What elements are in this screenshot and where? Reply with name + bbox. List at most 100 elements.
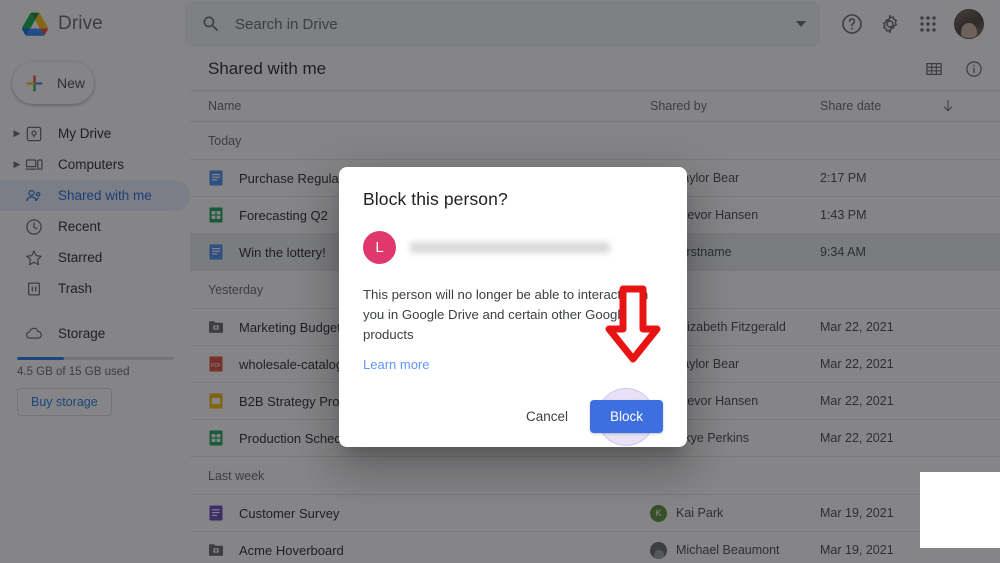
column-header-shared-by[interactable]: Shared by bbox=[650, 99, 820, 113]
my-drive-icon bbox=[26, 126, 42, 141]
sidebar-item-label: Recent bbox=[58, 219, 101, 234]
redaction-box bbox=[920, 472, 1000, 548]
details-info-icon[interactable] bbox=[964, 59, 984, 79]
dialog-title: Block this person? bbox=[363, 189, 508, 209]
sidebar-item-storage[interactable]: Storage bbox=[0, 318, 190, 349]
dialog-actions: Cancel Block bbox=[363, 387, 663, 446]
cell-share-date: Mar 22, 2021 bbox=[820, 320, 894, 334]
brand[interactable]: Drive bbox=[0, 0, 177, 48]
view-controls bbox=[924, 59, 984, 79]
search-area bbox=[177, 1, 820, 47]
storage-progress-fill bbox=[17, 357, 65, 360]
content-header: Shared with me bbox=[190, 48, 1000, 90]
person-avatar: L bbox=[363, 231, 396, 264]
shared-with-me-icon bbox=[26, 189, 41, 201]
sidebar-item-shared-with-me[interactable]: Shared with me bbox=[0, 180, 190, 211]
svg-text:PDF: PDF bbox=[211, 363, 221, 369]
shared-by-avatar bbox=[650, 541, 667, 559]
shared-by-label: Trevor Hansen bbox=[676, 208, 759, 222]
table-row[interactable]: Customer Survey K Kai Park Mar 19, 2021 bbox=[190, 495, 1000, 532]
cell-share-date: Mar 22, 2021 bbox=[820, 394, 894, 408]
sidebar-item-my-drive[interactable]: ▶ My Drive bbox=[0, 118, 190, 149]
top-bar: Drive bbox=[0, 0, 1000, 48]
sidebar: New ▶ My Drive ▶ Computers Shared with m… bbox=[0, 48, 190, 563]
star-icon bbox=[26, 249, 42, 265]
grid-view-icon[interactable] bbox=[924, 59, 944, 79]
column-header-name[interactable]: Name bbox=[208, 99, 650, 113]
chevron-right-icon[interactable]: ▶ bbox=[10, 160, 24, 169]
google-forms-icon bbox=[209, 505, 223, 521]
apps-grid-icon[interactable] bbox=[916, 12, 940, 36]
presentation-folder-icon bbox=[209, 544, 223, 556]
chevron-down-icon[interactable] bbox=[796, 21, 806, 27]
buy-storage-button[interactable]: Buy storage bbox=[17, 388, 112, 416]
cell-share-date: 1:43 PM bbox=[820, 208, 867, 222]
shared-by-avatar: K bbox=[650, 504, 667, 522]
file-name-label: Acme Hoverboard bbox=[239, 542, 344, 558]
storage-progress-bar bbox=[17, 357, 174, 360]
top-bar-actions bbox=[820, 9, 1000, 39]
file-name-label: Win the lottery! bbox=[239, 244, 326, 260]
cell-shared-by: K Kai Park bbox=[650, 504, 820, 522]
sidebar-item-trash[interactable]: Trash bbox=[0, 273, 190, 304]
sort-direction-button[interactable] bbox=[940, 98, 1000, 114]
sidebar-item-label: Storage bbox=[58, 326, 106, 341]
google-sheets-icon bbox=[209, 430, 223, 446]
sidebar-item-label: Starred bbox=[58, 250, 103, 265]
google-drive-logo bbox=[22, 12, 48, 36]
cell-file-name: Acme Hoverboard bbox=[208, 542, 650, 558]
search-icon bbox=[203, 16, 219, 32]
plus-icon bbox=[26, 75, 43, 91]
shared-by-label: Kai Park bbox=[676, 506, 724, 520]
presentation-folder-icon bbox=[209, 321, 223, 333]
search-box[interactable] bbox=[185, 1, 820, 47]
cell-share-date: Mar 22, 2021 bbox=[820, 431, 894, 445]
file-name-label: Marketing Budgets bbox=[239, 319, 348, 335]
cell-file-name: Customer Survey bbox=[208, 505, 650, 521]
table-header: Name Shared by Share date bbox=[190, 90, 1000, 122]
gear-icon[interactable] bbox=[878, 12, 902, 36]
chevron-right-icon[interactable]: ▶ bbox=[10, 129, 24, 138]
table-row[interactable]: Acme Hoverboard Michael Beaumont Mar 19, 2… bbox=[190, 532, 1000, 563]
learn-more-link[interactable]: Learn more bbox=[363, 357, 429, 372]
dialog-person-row: L bbox=[363, 231, 663, 264]
help-icon[interactable] bbox=[840, 12, 864, 36]
search-input[interactable] bbox=[221, 15, 790, 33]
sidebar-item-recent[interactable]: Recent bbox=[0, 211, 190, 242]
cell-share-date: 2:17 PM bbox=[820, 171, 867, 185]
computers-icon bbox=[25, 158, 43, 170]
cell-share-date: 9:34 AM bbox=[820, 245, 866, 259]
sidebar-item-label: My Drive bbox=[58, 126, 112, 141]
annotation-arrow-icon bbox=[605, 285, 661, 363]
sidebar-item-label: Computers bbox=[58, 157, 125, 172]
file-group-label: Today bbox=[190, 122, 1000, 160]
block-button-wrap: Block bbox=[589, 387, 663, 446]
sidebar-item-computers[interactable]: ▶ Computers bbox=[0, 149, 190, 180]
trash-icon bbox=[27, 282, 41, 295]
sort-descending-arrow-icon bbox=[943, 100, 953, 112]
shared-by-label: Trevor Hansen bbox=[676, 394, 759, 408]
avatar[interactable] bbox=[954, 9, 984, 39]
new-button[interactable]: New bbox=[12, 62, 94, 104]
file-group-label: Last week bbox=[190, 457, 1000, 495]
shared-by-label: Michael Beaumont bbox=[676, 543, 780, 557]
sidebar-item-starred[interactable]: Starred bbox=[0, 242, 190, 273]
brand-name: Drive bbox=[58, 13, 103, 34]
page-title: Shared with me bbox=[208, 59, 327, 78]
google-docs-icon bbox=[209, 244, 223, 260]
block-button[interactable]: Block bbox=[589, 400, 663, 434]
column-header-share-date[interactable]: Share date bbox=[820, 99, 940, 113]
shared-by-label: Elizabeth Fitzgerald bbox=[676, 320, 786, 334]
google-docs-icon bbox=[209, 170, 223, 186]
google-sheets-icon bbox=[209, 207, 223, 223]
sidebar-item-label: Trash bbox=[58, 281, 93, 296]
storage-used-text: 4.5 GB of 15 GB used bbox=[17, 366, 130, 378]
cancel-button[interactable]: Cancel bbox=[514, 401, 580, 432]
google-slides-icon bbox=[209, 393, 223, 409]
pdf-icon: PDF bbox=[209, 356, 223, 372]
new-button-label: New bbox=[57, 75, 86, 91]
cell-share-date: Mar 22, 2021 bbox=[820, 357, 894, 371]
cloud-icon bbox=[26, 327, 42, 339]
clock-icon bbox=[26, 218, 42, 235]
person-email-redacted bbox=[410, 242, 610, 253]
